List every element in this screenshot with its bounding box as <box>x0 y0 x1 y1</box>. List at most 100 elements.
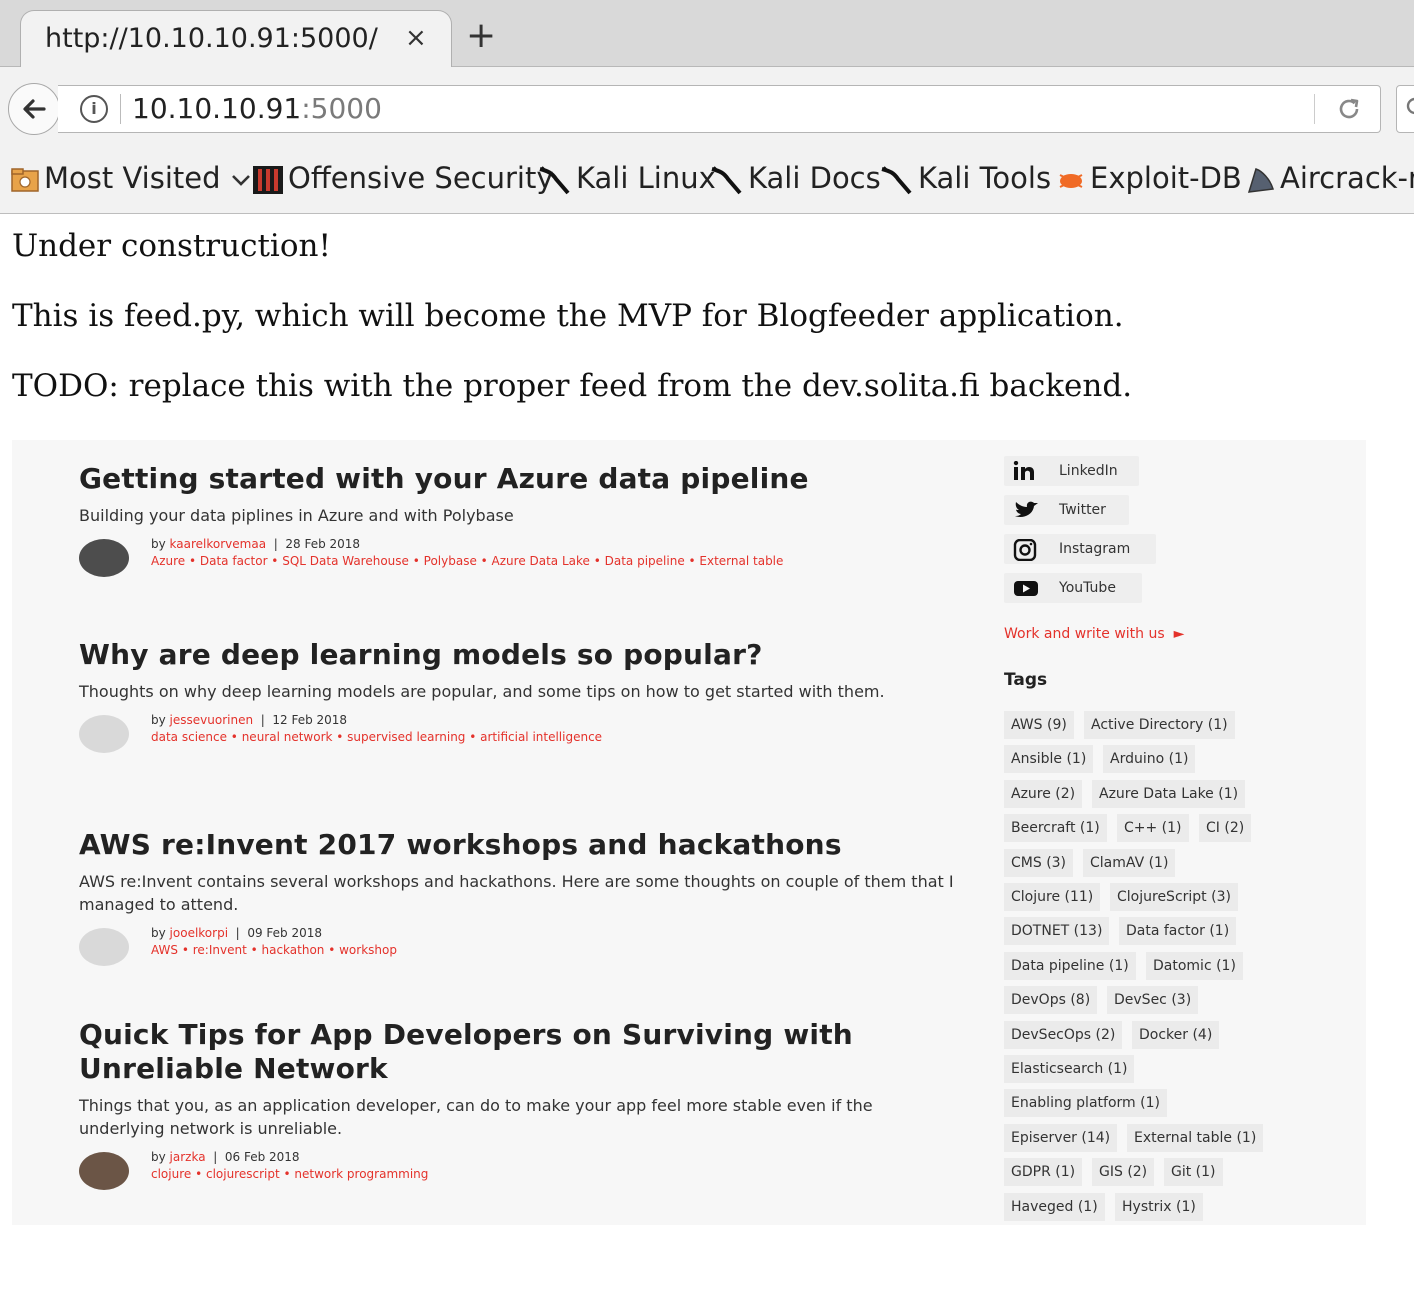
tag-chip[interactable]: GDPR (1) <box>1004 1158 1083 1186</box>
kali-dragon-icon <box>881 166 912 195</box>
post-tags[interactable]: clojure • clojurescript • network progra… <box>151 1166 959 1183</box>
tag-chip[interactable]: DOTNET (13) <box>1004 917 1110 945</box>
url-bar[interactable]: i 10.10.10.91:5000 <box>58 85 1381 133</box>
post-tags[interactable]: Azure • Data factor • SQL Data Warehouse… <box>151 553 941 570</box>
tab-close-icon[interactable]: × <box>405 23 427 53</box>
post-title[interactable]: Why are deep learning models so popular? <box>79 638 959 672</box>
bookmark-label: Most Visited <box>44 161 221 195</box>
bookmark-most-visited[interactable]: Most Visited <box>10 161 252 195</box>
tag-chip[interactable]: C++ (1) <box>1117 814 1189 842</box>
tag-chip[interactable]: CI (2) <box>1199 814 1252 842</box>
post-byline: by jessevuorinen | 12 Feb 2018 <box>151 713 348 727</box>
tag-chip[interactable]: Active Directory (1) <box>1084 711 1235 739</box>
tag-chip[interactable]: Data factor (1) <box>1119 917 1237 945</box>
reload-separator <box>1314 94 1315 124</box>
search-icon <box>1406 97 1414 115</box>
tag-chip[interactable]: Enabling platform (1) <box>1004 1089 1167 1117</box>
post-date: 06 Feb 2018 <box>224 1150 300 1164</box>
post-tags[interactable]: AWS • re:Invent • hackathon • workshop <box>151 942 959 959</box>
tag-chip[interactable]: ClamAV (1) <box>1083 849 1176 877</box>
kali-dragon-icon <box>539 166 570 195</box>
reload-icon[interactable] <box>1336 96 1362 122</box>
tag-chip[interactable]: GIS (2) <box>1092 1158 1155 1186</box>
aircrack-icon <box>1247 168 1274 193</box>
social-label: LinkedIn <box>1059 463 1118 479</box>
bookmark-offensive-security[interactable]: Offensive Security <box>252 161 554 195</box>
todo-paragraph: TODO: replace this with the proper feed … <box>12 368 1133 404</box>
tag-chip[interactable]: Ansible (1) <box>1004 745 1094 773</box>
post-tags[interactable]: data science • neural network • supervis… <box>151 729 959 746</box>
by-label: by <box>151 1150 166 1164</box>
tag-chip[interactable]: Docker (4) <box>1132 1021 1220 1049</box>
blog-post: AWS re:Invent 2017 workshops and hackath… <box>79 828 959 966</box>
info-icon[interactable]: i <box>80 95 108 123</box>
author-link[interactable]: jessevuorinen <box>170 713 254 727</box>
tag-chip[interactable]: Clojure (11) <box>1004 883 1101 911</box>
bookmark-label: Offensive Security <box>288 161 554 195</box>
work-link-label: Work and write with us <box>1004 626 1165 642</box>
tag-chip[interactable]: Arduino (1) <box>1103 745 1196 773</box>
tag-chip[interactable]: CMS (3) <box>1004 849 1074 877</box>
search-box[interactable] <box>1396 85 1414 133</box>
browser-tab[interactable]: http://10.10.10.91:5000/ × <box>20 10 452 68</box>
post-meta: by jarzka | 06 Feb 2018 clojure • clojur… <box>79 1148 959 1190</box>
tag-chip[interactable]: Beercraft (1) <box>1004 814 1107 842</box>
social-link-linkedin[interactable]: LinkedIn <box>1004 456 1139 486</box>
tag-chip[interactable]: ClojureScript (3) <box>1110 883 1238 911</box>
tag-chip[interactable]: DevSecOps (2) <box>1004 1021 1123 1049</box>
social-link-twitter[interactable]: Twitter <box>1004 495 1129 525</box>
post-meta: by jooelkorpi | 09 Feb 2018 AWS • re:Inv… <box>79 924 959 966</box>
back-button[interactable] <box>8 83 60 135</box>
heading-under-construction: Under construction! <box>12 228 331 264</box>
bookmark-label: Kali Tools <box>918 161 1052 195</box>
post-date: 28 Feb 2018 <box>285 537 361 551</box>
tag-chip[interactable]: Azure Data Lake (1) <box>1092 780 1246 808</box>
url-text[interactable]: 10.10.10.91:5000 <box>132 92 382 125</box>
social-link-youtube[interactable]: YouTube <box>1004 573 1142 603</box>
post-title[interactable]: AWS re:Invent 2017 workshops and hackath… <box>79 828 959 862</box>
tag-chip[interactable]: Data pipeline (1) <box>1004 952 1136 980</box>
tag-chip[interactable]: Haveged (1) <box>1004 1193 1105 1221</box>
bookmark-exploit-db[interactable]: Exploit-DB <box>1056 161 1242 195</box>
post-title[interactable]: Quick Tips for App Developers on Survivi… <box>79 1018 959 1086</box>
author-link[interactable]: jarzka <box>170 1150 206 1164</box>
post-summary: AWS re:Invent contains several workshops… <box>79 872 954 914</box>
tag-chip[interactable]: Git (1) <box>1164 1158 1223 1186</box>
tags-heading: Tags <box>1004 670 1048 690</box>
bookmark-aircrack-ng[interactable]: Aircrack-ng <box>1246 161 1414 195</box>
arrow-right-icon: ► <box>1169 626 1185 642</box>
tag-chip[interactable]: Episerver (14) <box>1004 1124 1118 1152</box>
bookmark-label: Exploit-DB <box>1090 161 1242 195</box>
tag-chip[interactable]: Elasticsearch (1) <box>1004 1055 1135 1083</box>
by-label: by <box>151 713 166 727</box>
tag-chip[interactable]: AWS (9) <box>1004 711 1074 739</box>
tag-chip[interactable]: Hystrix (1) <box>1115 1193 1203 1221</box>
work-with-us-link[interactable]: Work and write with us ► <box>1004 626 1184 642</box>
tag-chip[interactable]: External table (1) <box>1127 1124 1264 1152</box>
post-byline: by jooelkorpi | 09 Feb 2018 <box>151 926 323 940</box>
bookmark-kali-tools[interactable]: Kali Tools <box>880 161 1051 195</box>
folder-star-icon <box>11 168 39 192</box>
url-port: :5000 <box>301 92 382 125</box>
bookmark-kali-linux[interactable]: Kali Linux <box>538 161 716 195</box>
author-link[interactable]: jooelkorpi <box>170 926 228 940</box>
tag-chip[interactable]: Azure (2) <box>1004 780 1083 808</box>
url-host: 10.10.10.91 <box>132 92 302 125</box>
social-label: YouTube <box>1059 580 1116 596</box>
tag-chip[interactable]: Datomic (1) <box>1146 952 1243 980</box>
author-avatar <box>79 715 129 753</box>
back-arrow-icon <box>23 99 46 119</box>
author-link[interactable]: kaarelkorvemaa <box>170 537 267 551</box>
tag-chip[interactable]: DevOps (8) <box>1004 986 1098 1014</box>
blog-post: Getting started with your Azure data pip… <box>79 462 959 577</box>
offsec-icon <box>253 166 283 194</box>
post-title[interactable]: Getting started with your Azure data pip… <box>79 462 959 496</box>
bookmark-kali-docs[interactable]: Kali Docs <box>710 161 881 195</box>
new-tab-button[interactable]: + <box>466 18 496 54</box>
post-summary: Thoughts on why deep learning models are… <box>79 682 885 701</box>
social-link-instagram[interactable]: Instagram <box>1004 534 1156 564</box>
tag-chip[interactable]: DevSec (3) <box>1107 986 1199 1014</box>
social-label: Twitter <box>1059 502 1106 518</box>
blog-post: Why are deep learning models so popular?… <box>79 638 959 753</box>
navigation-bar: i 10.10.10.91:5000 <box>0 67 1414 147</box>
